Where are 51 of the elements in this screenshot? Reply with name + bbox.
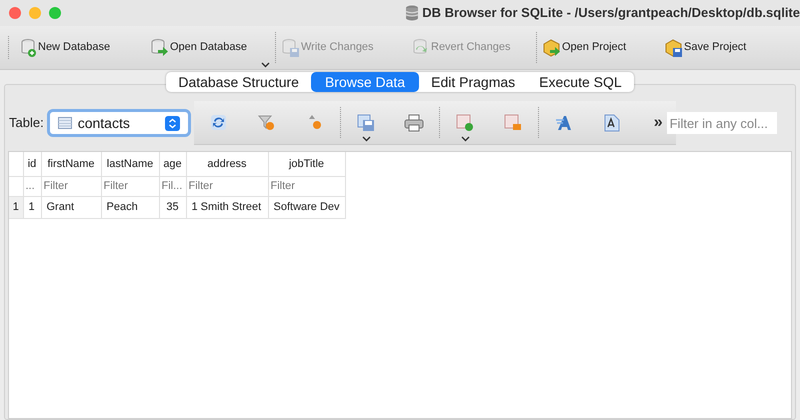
document-icon [604, 114, 620, 132]
column-header[interactable]: lastName [101, 152, 159, 176]
print-icon [404, 114, 424, 132]
new-database-icon [21, 38, 37, 56]
toolbar-button[interactable]: New Database [15, 26, 145, 70]
zoom-button[interactable] [49, 7, 61, 19]
column-header[interactable]: address [186, 152, 268, 176]
chevron-down-icon [460, 136, 470, 142]
stepper-icon [164, 116, 180, 130]
open-database-icon [151, 38, 169, 56]
database-icon [405, 5, 420, 21]
table-cell: Software Dev [268, 196, 346, 218]
column-header[interactable]: jobTitle [268, 152, 346, 176]
column-header[interactable]: age [159, 152, 186, 176]
table-cell: 1 [23, 196, 41, 218]
minimize-button[interactable] [29, 7, 41, 19]
close-button[interactable] [9, 7, 21, 19]
save-table-icon [356, 114, 375, 132]
write-changes-icon [282, 38, 300, 56]
tab[interactable]: Execute SQL [527, 72, 634, 92]
toolbar-button[interactable]: Open Project [537, 26, 659, 70]
text-format-icon [554, 114, 573, 132]
tab[interactable]: Browse Data [310, 72, 420, 92]
table-cell: 1 Smith Street [186, 196, 268, 218]
table-label: Table: [9, 114, 44, 132]
overflow-button[interactable]: » [654, 111, 663, 135]
refresh-icon [210, 114, 228, 131]
toolbar-button[interactable]: Save Project [659, 26, 769, 70]
column-header[interactable]: id [23, 152, 41, 176]
chevron-down-icon [261, 62, 270, 68]
revert-changes-icon [412, 38, 430, 56]
table-cell: 35 [159, 196, 186, 218]
chevron-down-icon [362, 136, 371, 142]
toolbar-button[interactable]: Open Database [145, 26, 275, 70]
tab[interactable]: Database Structure [166, 72, 311, 92]
window-title: DB Browser for SQLite - /Users/grantpeach/Desktop/db.sqlite [422, 4, 800, 22]
table-dropdown[interactable]: contacts [46, 109, 191, 137]
delete-record-icon [504, 114, 522, 132]
filter-input[interactable]: Filter in any col... [666, 112, 777, 134]
clear-sort-icon [306, 114, 324, 131]
table-cell: Peach [101, 196, 159, 218]
dropdown-value: contacts [78, 114, 131, 132]
table-icon [58, 117, 72, 129]
clear-filter-icon [258, 114, 276, 131]
open-project-icon [543, 38, 561, 56]
tab[interactable]: Edit Pragmas [419, 72, 528, 92]
insert-record-icon [456, 114, 474, 132]
column-header[interactable]: firstName [41, 152, 101, 176]
row-number[interactable]: 1 [9, 196, 23, 218]
save-project-icon [665, 38, 683, 56]
table-cell: Grant [41, 196, 101, 218]
